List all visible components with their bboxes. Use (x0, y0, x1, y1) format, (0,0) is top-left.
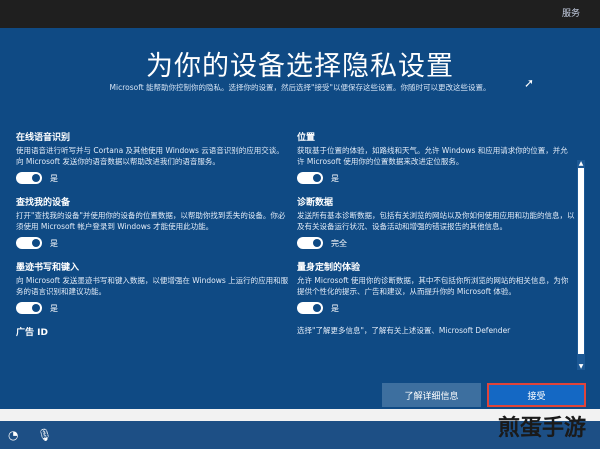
toggle-knob (313, 239, 321, 247)
toggle-row: 是 (16, 171, 291, 185)
page-title: 为你的设备选择隐私设置 (146, 51, 454, 82)
setting-description: 打开"查找我的设备"并使用你的设备的位置数据，以帮助你找到丢失的设备。你必须使用… (16, 211, 286, 231)
toggle-knob (32, 304, 40, 312)
toggle-label: 是 (50, 238, 58, 248)
speech-toggle[interactable] (16, 172, 42, 184)
toggle-row: 完全 (297, 236, 575, 250)
toggle-label: 是 (50, 173, 58, 183)
toggle-knob (313, 174, 321, 182)
setting-location: 位置 获取基于位置的体验，如路线和天气。允许 Windows 和应用请求你的位置… (297, 130, 575, 185)
setting-title: 广告 ID (16, 328, 48, 338)
inking-toggle[interactable] (16, 302, 42, 314)
setting-description: 向 Microsoft 发送墨迹书写和键入数据，以便增强在 Windows 上运… (16, 276, 289, 296)
setting-inking-typing: 墨迹书写和键入 向 Microsoft 发送墨迹书写和键入数据，以便增强在 Wi… (16, 260, 291, 315)
setting-description: 发送所有基本诊断数据，包括有关浏览的网站以及你如何使用应用和功能的信息，以及有关… (297, 211, 575, 231)
ease-of-access-icon[interactable]: ◔ (8, 428, 18, 442)
toggle-row: 是 (16, 236, 291, 250)
settings-column-left: 在线语音识别 使用语音进行听写并与 Cortana 及其他使用 Windows … (16, 130, 291, 348)
toggle-row: 是 (297, 171, 575, 185)
toggle-label: 完全 (331, 238, 347, 248)
page-subtitle: Microsoft 能帮助你控制你的隐私。选择你的设置，然后选择"接受"以便保存… (109, 83, 491, 92)
top-bar: 服务 (0, 0, 600, 28)
setting-title: 诊断数据 (297, 198, 334, 208)
setting-description: 获取基于位置的体验，如路线和天气。允许 Windows 和应用请求你的位置，并允… (297, 146, 568, 166)
setting-learn-more-note: 选择"了解更多信息"，了解有关上述设置、Microsoft Defender (297, 325, 575, 336)
setting-find-my-device: 查找我的设备 打开"查找我的设备"并使用你的设备的位置数据，以帮助你找到丢失的设… (16, 195, 291, 250)
toggle-row: 是 (297, 301, 575, 315)
toggle-label: 是 (331, 303, 339, 313)
scroll-down-arrow-icon[interactable]: ▼ (578, 363, 584, 370)
mouse-cursor-icon: ➚ (524, 76, 535, 90)
setting-description: 使用语音进行听写并与 Cortana 及其他使用 Windows 云语音识别的应… (16, 146, 284, 166)
setting-title: 在线语音识别 (16, 133, 71, 143)
microphone-icon[interactable]: 🎙 (37, 428, 52, 442)
setting-speech: 在线语音识别 使用语音进行听写并与 Cortana 及其他使用 Windows … (16, 130, 291, 185)
find-device-toggle[interactable] (16, 237, 42, 249)
setting-description: 允许 Microsoft 使用你的诊断数据，其中不包括你所浏览的网站的相关信息，… (297, 276, 569, 296)
setting-title: 查找我的设备 (16, 198, 71, 208)
learn-more-button[interactable]: 了解详细信息 (382, 383, 481, 407)
toggle-knob (313, 304, 321, 312)
toggle-label: 是 (50, 303, 58, 313)
accept-button[interactable]: 接受 (487, 383, 586, 407)
watermark-logo: 煎蛋手游 (498, 415, 587, 441)
setting-title: 墨迹书写和键入 (16, 263, 80, 273)
setting-description: 选择"了解更多信息"，了解有关上述设置、Microsoft Defender (297, 326, 511, 335)
toggle-label: 是 (331, 173, 339, 183)
settings-column-right: 位置 获取基于位置的体验，如路线和天气。允许 Windows 和应用请求你的位置… (297, 130, 575, 346)
location-toggle[interactable] (297, 172, 323, 184)
settings-panel: 在线语音识别 使用语音进行听写并与 Cortana 及其他使用 Windows … (10, 130, 576, 370)
setting-advertising-id: 广告 ID (16, 325, 291, 338)
scroll-up-arrow-icon[interactable]: ▲ (578, 160, 584, 167)
toggle-knob (32, 239, 40, 247)
toggle-row: 是 (16, 301, 291, 315)
setting-title: 位置 (297, 133, 316, 143)
toggle-knob (32, 174, 40, 182)
settings-scrollbar[interactable]: ▲ ▼ (577, 160, 585, 370)
setting-title: 量身定制的体验 (297, 263, 361, 273)
scroll-thumb[interactable] (578, 168, 584, 354)
setting-tailored-experiences: 量身定制的体验 允许 Microsoft 使用你的诊断数据，其中不包括你所浏览的… (297, 260, 575, 315)
tailored-toggle[interactable] (297, 302, 323, 314)
setting-diagnostics: 诊断数据 发送所有基本诊断数据，包括有关浏览的网站以及你如何使用应用和功能的信息… (297, 195, 575, 250)
service-link[interactable]: 服务 (562, 6, 580, 19)
diagnostics-toggle[interactable] (297, 237, 323, 249)
